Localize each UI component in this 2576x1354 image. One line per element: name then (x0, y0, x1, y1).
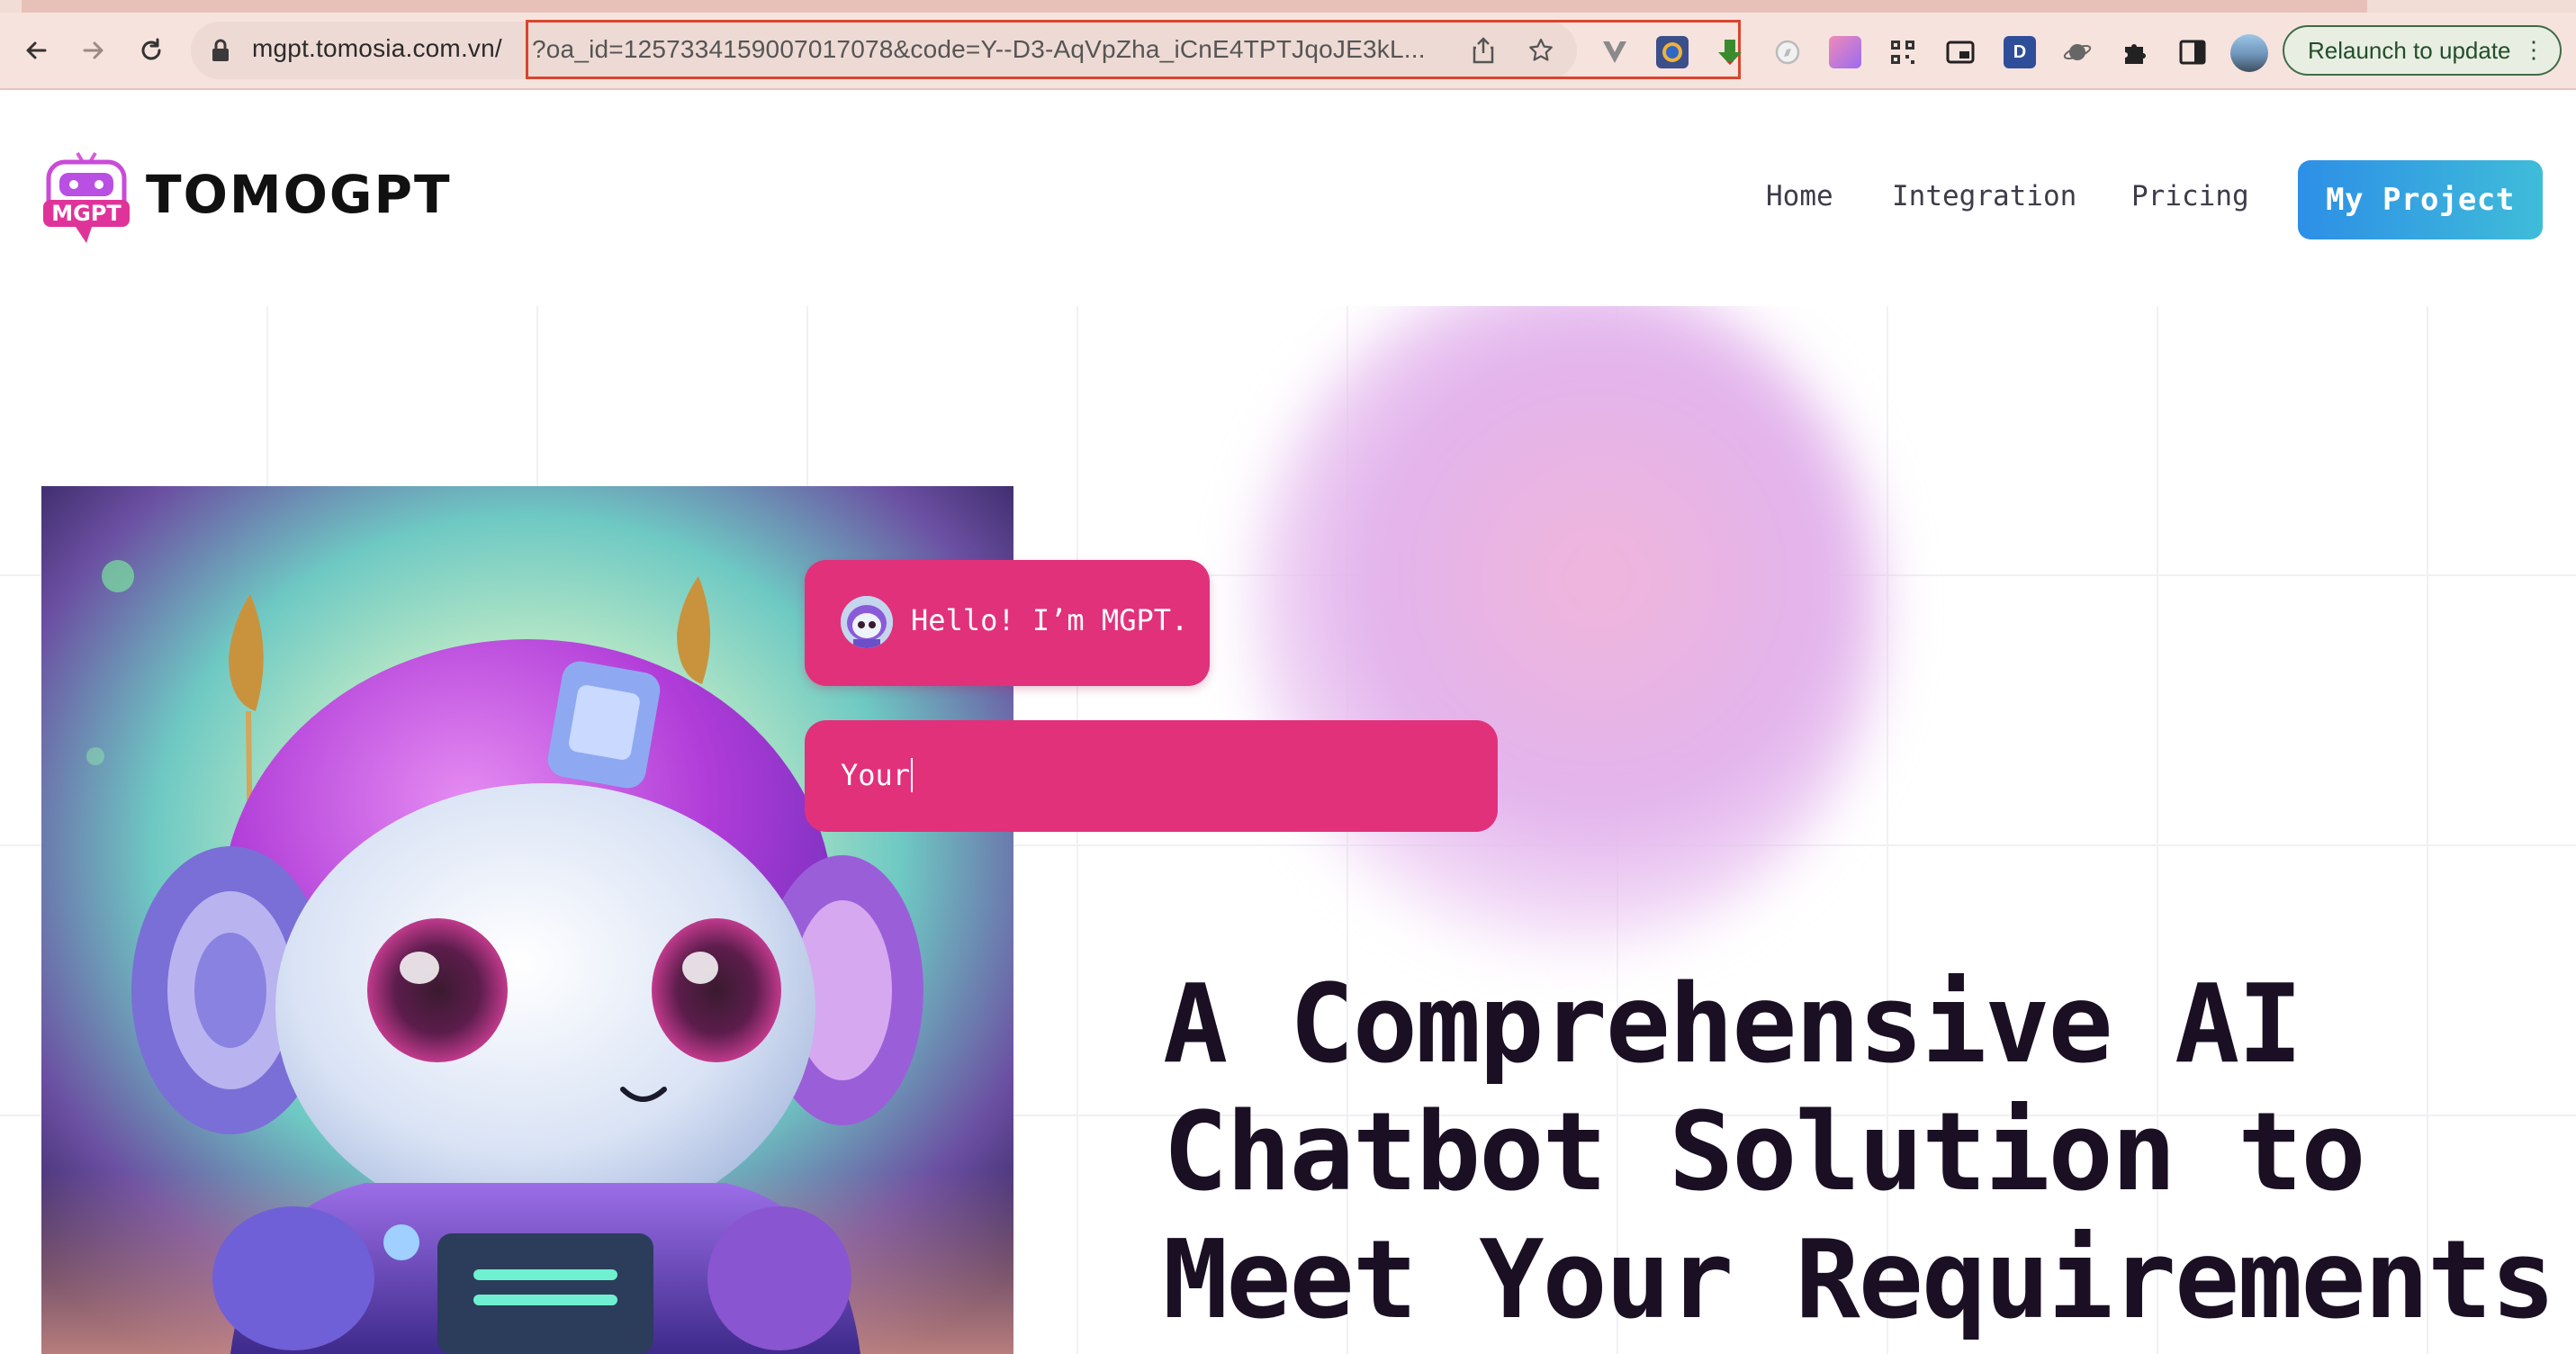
more-menu-icon[interactable]: ⋮ (2522, 36, 2545, 64)
gradient-extension-icon[interactable] (1829, 36, 1861, 68)
relaunch-update-button[interactable]: Relaunch to update ⋮ (2283, 25, 2562, 76)
bookmark-star-icon[interactable] (1527, 36, 1555, 65)
chat-input-field[interactable]: Your (805, 720, 1498, 832)
url-query-highlight: ?oa_id=1257334159007017078&code=Y--D3-Aq… (526, 20, 1741, 79)
mgpt-logo-icon[interactable]: MGPT (41, 149, 131, 247)
sidebar-icon[interactable] (2176, 36, 2209, 68)
nav-home-link[interactable]: Home (1766, 180, 1833, 212)
d-extension-icon[interactable]: D (2004, 36, 2036, 68)
hero-section: Hello! I’m MGPT. Your A Comprehensive AI… (0, 306, 2576, 1354)
vivaldi-v-icon[interactable] (1599, 36, 1631, 68)
headline-line-1: A Comprehensive AI (1163, 962, 2302, 1088)
d-extension-letter: D (2013, 41, 2027, 62)
picture-in-picture-icon[interactable] (1944, 36, 1977, 68)
tab-edge (0, 0, 22, 13)
my-project-button[interactable]: My Project (2298, 160, 2543, 239)
tab-edge (2367, 0, 2576, 13)
browser-toolbar: mgpt.tomosia.com.vn/ ?oa_id=125733415900… (0, 13, 2576, 90)
globe-extension-icon[interactable] (1656, 36, 1689, 68)
headline-line-3: Meet Your Requirements (1163, 1218, 2555, 1343)
nav-integration-link[interactable]: Integration (1892, 180, 2076, 212)
logo-badge-text: MGPT (51, 201, 122, 226)
download-arrow-icon[interactable] (1714, 36, 1746, 68)
forward-icon[interactable] (68, 25, 119, 76)
decorative-gradient-blob (1251, 306, 1881, 954)
back-icon[interactable] (11, 25, 61, 76)
profile-avatar[interactable] (2230, 34, 2268, 72)
puzzle-icon[interactable] (2119, 36, 2151, 68)
headline-line-2: Chatbot Solution to (1163, 1090, 2366, 1215)
chat-input-value: Your (841, 758, 911, 792)
url-host: mgpt.tomosia.com.vn/ (252, 34, 502, 62)
nav-pricing-link[interactable]: Pricing (2131, 180, 2249, 212)
reload-icon[interactable] (126, 25, 176, 76)
logo-wordmark[interactable]: TOMOGPT (146, 164, 452, 225)
text-caret (911, 758, 914, 792)
chat-greeting-bubble: Hello! I’m MGPT. (805, 560, 1210, 686)
chat-greeting-text: Hello! I’m MGPT. (911, 603, 1189, 637)
relaunch-label: Relaunch to update (2308, 36, 2511, 64)
url-query: ?oa_id=1257334159007017078&code=Y--D3-Aq… (532, 35, 1426, 63)
share-icon[interactable] (1469, 36, 1498, 65)
tab-strip (0, 0, 2576, 13)
hero-headline: A Comprehensive AI Chatbot Solution to M… (1163, 961, 2567, 1345)
planet-icon[interactable] (2061, 36, 2094, 68)
mgpt-avatar (841, 596, 893, 648)
qr-code-icon[interactable] (1887, 36, 1919, 68)
address-bar[interactable]: mgpt.tomosia.com.vn/ ?oa_id=125733415900… (191, 20, 1741, 79)
compass-icon[interactable] (1771, 36, 1804, 68)
lock-icon[interactable] (211, 38, 230, 67)
site-header: MGPT TOMOGPT Home Integration Pricing My… (0, 90, 2576, 306)
